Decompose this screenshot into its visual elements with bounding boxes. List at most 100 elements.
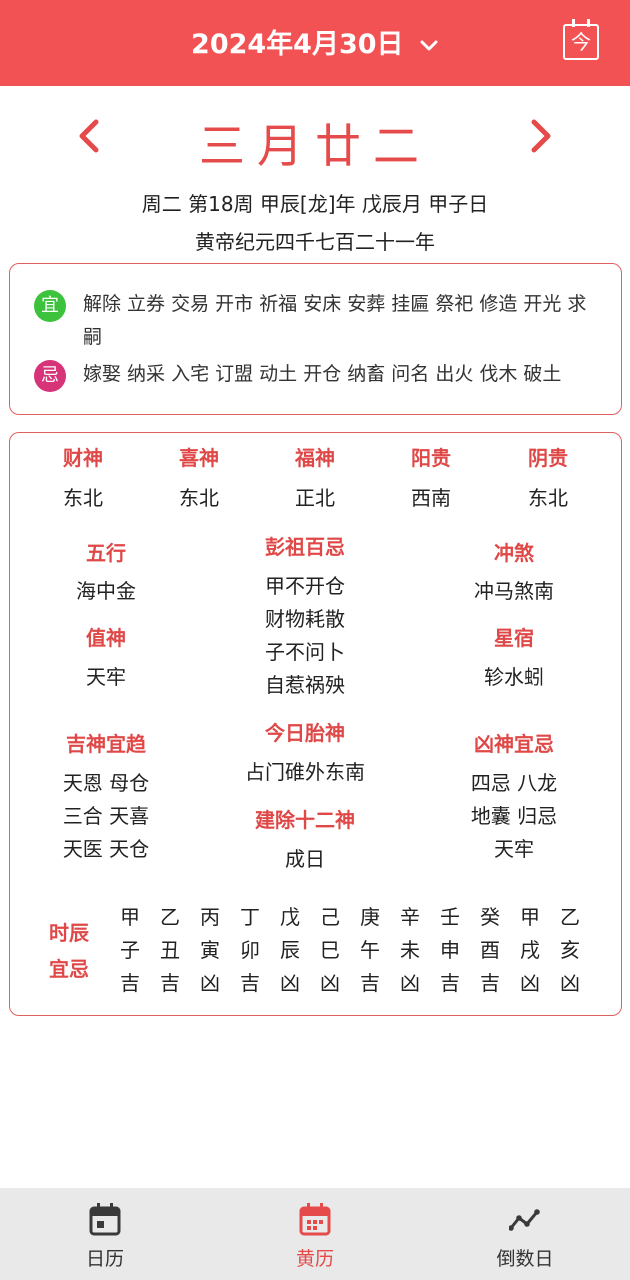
luck-cell: 吉 <box>160 971 180 995</box>
luck-cell: 凶 <box>400 971 420 995</box>
god-name: 阴贵 <box>528 446 568 470</box>
pengzu-heading: 彭祖百忌 <box>265 535 345 559</box>
luck-cell: 吉 <box>440 971 460 995</box>
stem-cell: 辛 <box>400 905 420 929</box>
xiongshen-value-1: 四忌 八龙 <box>470 771 558 795</box>
branch-cell: 亥 <box>560 938 580 962</box>
yi-ji-card: 宜 解除 立券 交易 开市 祈福 安床 安葬 挂匾 祭祀 修造 开光 求嗣 忌 … <box>9 263 622 415</box>
luck-cell: 吉 <box>120 971 140 995</box>
god-name: 阳贵 <box>411 446 451 470</box>
calendar-ring-icon <box>587 19 590 27</box>
branch-cell: 寅 <box>200 938 220 962</box>
yi-badge: 宜 <box>34 290 66 322</box>
huangdi-era: 黄帝纪元四千七百二十一年 <box>195 230 435 254</box>
god-xishen: 喜神 东北 <box>144 443 254 513</box>
wuxing-heading: 五行 <box>86 541 126 565</box>
god-direction: 西南 <box>411 486 451 510</box>
xiongshen-value-3: 天牢 <box>494 837 534 861</box>
yi-activities: 解除 立券 交易 开市 祈福 安床 安葬 挂匾 祭祀 修造 开光 求嗣 <box>83 293 587 348</box>
bottom-nav: 日历 黄历 倒数日 <box>0 1188 630 1280</box>
date-picker[interactable]: 2024年4月30日 <box>0 22 630 61</box>
jishen-heading: 吉神宜趋 <box>66 732 146 756</box>
date-title: 2024年4月30日 <box>191 29 404 60</box>
jishen-value-3: 天医 天仓 <box>62 837 150 861</box>
stem-cell: 戊 <box>280 905 300 929</box>
taishen-heading: 今日胎神 <box>265 721 345 745</box>
stem-cell: 癸 <box>480 905 500 929</box>
shichen-luck-row: 吉 吉 凶 吉 凶 凶 吉 凶 吉 吉 凶 凶 <box>110 967 590 1000</box>
pengzu-value-1: 甲不开仓 <box>265 574 345 598</box>
today-button[interactable]: 今 <box>563 19 599 60</box>
stem-cell: 甲 <box>520 905 540 929</box>
jianchu-heading: 建除十二神 <box>255 808 355 832</box>
god-direction: 东北 <box>179 486 219 510</box>
god-fushen: 福神 正北 <box>260 443 370 513</box>
pengzu-value-3: 子不问卜 <box>265 640 345 664</box>
branch-cell: 午 <box>360 938 380 962</box>
nav-label: 黄历 <box>295 1248 334 1270</box>
chongsha-value: 冲马煞南 <box>474 579 554 603</box>
branch-cell: 卯 <box>240 938 260 962</box>
luck-cell: 凶 <box>560 971 580 995</box>
luck-cell: 吉 <box>360 971 380 995</box>
today-label: 今 <box>571 30 591 54</box>
shichen-label-1: 时辰 <box>49 921 89 945</box>
stem-cell: 己 <box>320 905 340 929</box>
luck-cell: 凶 <box>280 971 300 995</box>
branch-cell: 子 <box>120 938 140 962</box>
zhishen-value: 天牢 <box>86 665 126 689</box>
stem-cell: 乙 <box>160 905 180 929</box>
jishen-value-1: 天恩 母仓 <box>62 771 150 795</box>
branch-cell: 辰 <box>280 938 300 962</box>
nav-label: 倒数日 <box>496 1248 554 1270</box>
nav-item-almanac[interactable]: 黄历 <box>255 1188 375 1280</box>
shichen-branches-row: 子 丑 寅 卯 辰 巳 午 未 申 酉 戌 亥 <box>110 934 590 967</box>
wuxing-value: 海中金 <box>76 579 136 603</box>
branch-cell: 戌 <box>520 938 540 962</box>
luck-cell: 凶 <box>200 971 220 995</box>
top-bar: 2024年4月30日 今 <box>0 0 630 86</box>
god-direction: 正北 <box>295 486 335 510</box>
luck-cell: 吉 <box>240 971 260 995</box>
xingxiu-value: 轸水蚓 <box>484 665 544 689</box>
chevron-right-icon[interactable] <box>520 116 560 156</box>
jishen-value-2: 三合 天喜 <box>62 804 150 828</box>
xiongshen-heading: 凶神宜忌 <box>474 732 554 756</box>
stem-cell: 丙 <box>200 905 220 929</box>
chongsha-heading: 冲煞 <box>494 541 534 565</box>
pengzu-value-4: 自惹祸殃 <box>265 673 345 697</box>
almanac-calendar-icon <box>299 1203 331 1236</box>
nav-item-calendar[interactable]: 日历 <box>45 1188 165 1280</box>
ji-activities: 嫁娶 纳采 入宅 订盟 动土 开仓 纳畜 问名 出火 伐木 破土 <box>83 363 562 385</box>
xingxiu-heading: 星宿 <box>494 626 534 650</box>
branch-cell: 酉 <box>480 938 500 962</box>
calendar-icon <box>89 1203 121 1236</box>
luck-cell: 吉 <box>480 971 500 995</box>
luck-cell: 凶 <box>320 971 340 995</box>
lunar-date-row: 三月廿二 <box>0 108 630 173</box>
god-name: 财神 <box>63 446 103 470</box>
branch-cell: 丑 <box>160 938 180 962</box>
branch-cell: 申 <box>440 938 460 962</box>
almanac-details-card: 财神 东北 喜神 东北 福神 正北 阳贵 西南 阴贵 东北 五行 海中金 值神 … <box>9 432 622 1016</box>
shichen-grid: 甲 乙 丙 丁 戊 己 庚 辛 壬 癸 甲 乙 子 丑 寅 卯 辰 巳 午 未 … <box>110 901 590 1000</box>
zhishen-heading: 值神 <box>86 626 126 650</box>
stem-cell: 丁 <box>240 905 260 929</box>
stem-cell: 甲 <box>120 905 140 929</box>
god-yanggui: 阳贵 西南 <box>376 443 486 513</box>
god-caishen: 财神 东北 <box>28 443 138 513</box>
nav-label: 日历 <box>85 1248 124 1270</box>
calendar-ring-icon <box>572 19 575 27</box>
stem-cell: 壬 <box>440 905 460 929</box>
branch-cell: 巳 <box>320 938 340 962</box>
branch-cell: 未 <box>400 938 420 962</box>
trend-line-icon <box>509 1209 540 1231</box>
god-direction: 东北 <box>528 486 568 510</box>
nav-item-countdown[interactable]: 倒数日 <box>465 1188 585 1280</box>
ganzhi-info: 周二 第18周 甲辰[龙]年 戊辰月 甲子日 <box>141 192 489 216</box>
luck-cell: 凶 <box>520 971 540 995</box>
xiongshen-value-2: 地囊 归忌 <box>470 804 558 828</box>
shichen-stems-row: 甲 乙 丙 丁 戊 己 庚 辛 壬 癸 甲 乙 <box>110 901 590 934</box>
taishen-value: 占门碓外东南 <box>245 760 365 784</box>
god-yingui: 阴贵 东北 <box>493 443 603 513</box>
